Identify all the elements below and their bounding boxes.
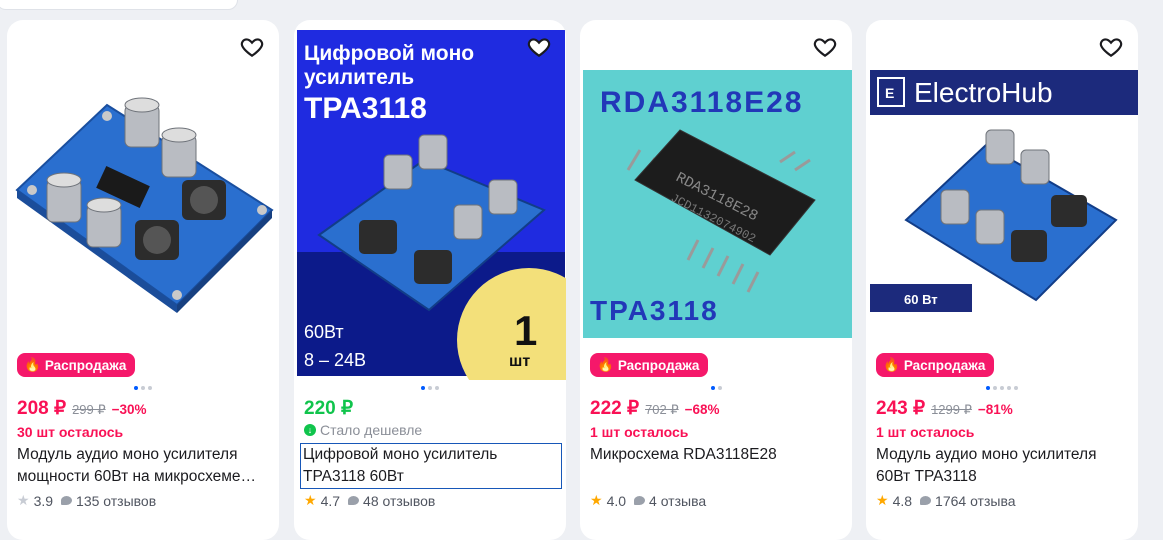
rating: ★ 3.9 135 отзывов [17,492,157,509]
image-heading-2: усилитель [304,66,414,89]
old-price: 1299 ₽ [931,402,972,417]
product-title[interactable]: Модуль аудио моно усилителя 60Вт TPA3118 [876,444,1128,488]
price-row: 243 ₽ 1299 ₽ −81% [876,397,1013,420]
price-row: 222 ₽ 702 ₽ −68% [590,397,720,420]
sale-badge: 🔥 Распродажа [590,353,709,377]
old-price: 299 ₽ [72,402,106,417]
price: 208 ₽ [17,398,67,419]
old-price: 702 ₽ [645,402,679,417]
stock-left: 30 шт осталось [17,424,124,440]
image-power: 60Вт [304,322,344,342]
product-card-2[interactable]: Цифровой моно усилитель TPA3118 60Вт 8 –… [294,20,566,540]
sale-badge: 🔥 Распродажа [876,353,995,377]
product-image[interactable]: Цифровой моно усилитель TPA3118 60Вт 8 –… [294,20,566,412]
stock-left: 1 шт осталось [590,424,689,440]
image-pager[interactable] [294,386,566,390]
star-icon: ★ [590,492,603,508]
image-voltage: 8 – 24В [304,350,366,370]
search-box-edge [0,0,238,10]
discount: −68% [684,402,720,417]
product-title[interactable]: Микросхема RDA3118E28 [590,444,842,466]
image-heading-1: Цифровой моно [304,42,474,65]
price: 220 ₽ [304,398,354,419]
product-card-1[interactable]: 🔥 Распродажа 208 ₽ 299 ₽ −30% 30 шт остал… [7,20,279,540]
star-icon: ★ [17,492,30,508]
price: 222 ₽ [590,398,640,419]
image-pager[interactable] [7,386,279,390]
fire-icon: 🔥 [24,357,41,372]
image-power: 60 Вт [904,292,938,307]
image-qty-unit: шт [509,353,530,370]
product-image[interactable]: E ElectroHub 60 Вт [866,20,1138,380]
product-title[interactable]: Цифровой моно усилитель TPA3118 60Вт [300,443,562,489]
reviews-icon [634,496,646,505]
price: 243 ₽ [876,398,926,419]
price-row: 220 ₽ [304,397,353,420]
product-card-3[interactable]: RDA3118E28 RDA3118E28 JCD1132074902 TPA3… [580,20,852,540]
arrow-down-icon: ↓ [304,424,316,436]
reviews-icon [61,496,73,505]
image-top-label: RDA3118E28 [600,86,803,119]
stock-left: 1 шт осталось [876,424,975,440]
rating: ★ 4.8 1764 отзыва [876,492,1016,509]
rating: ★ 4.0 4 отзыва [590,492,707,509]
svg-text:E: E [885,85,894,101]
favorite-heart-icon[interactable] [1096,32,1126,62]
discount: −81% [977,402,1013,417]
product-image[interactable]: RDA3118E28 RDA3118E28 JCD1132074902 TPA3… [580,20,852,380]
price-drop: ↓ Стало дешевле [304,422,422,438]
price-row: 208 ₽ 299 ₽ −30% [17,397,147,420]
favorite-heart-icon[interactable] [810,32,840,62]
fire-icon: 🔥 [883,357,900,372]
star-icon: ★ [876,492,889,508]
fire-icon: 🔥 [597,357,614,372]
image-brand: ElectroHub [914,77,1053,108]
favorite-heart-icon[interactable] [237,32,267,62]
favorite-heart-icon[interactable] [524,32,554,62]
image-heading-3: TPA3118 [304,92,427,125]
sale-badge: 🔥 Распродажа [17,353,136,377]
rating: ★ 4.7 48 отзывов [304,492,436,509]
reviews-icon [348,496,360,505]
product-title[interactable]: Модуль аудио моно усилителя мощности 60В… [17,444,269,488]
star-icon: ★ [304,492,317,508]
image-pager[interactable] [866,386,1138,390]
image-bottom-label: TPA3118 [590,295,719,326]
product-card-4[interactable]: E ElectroHub 60 Вт 🔥 Распродажа 243 ₽ 129… [866,20,1138,540]
image-pager[interactable] [580,386,852,390]
product-image[interactable] [7,20,279,380]
reviews-icon [920,496,932,505]
image-qty: 1 [514,307,537,354]
discount: −30% [111,402,147,417]
